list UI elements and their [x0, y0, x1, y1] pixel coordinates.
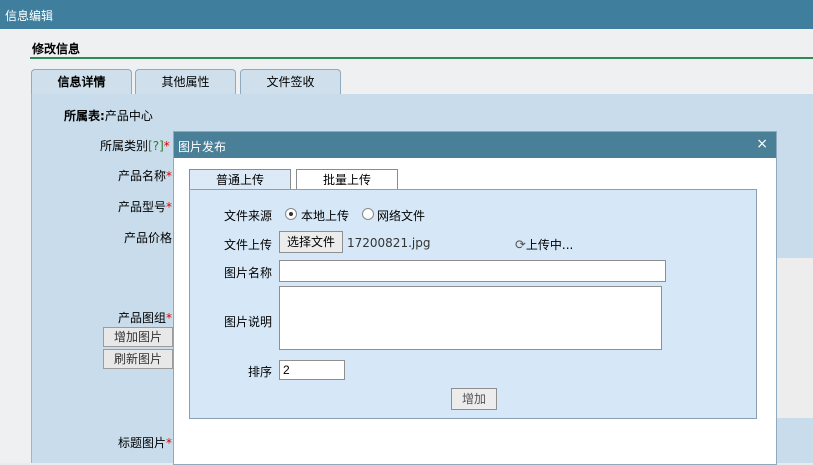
section-title: 修改信息	[32, 42, 81, 56]
upload-status-text: 上传中...	[525, 238, 574, 252]
sort-input[interactable]	[279, 360, 345, 380]
tab-batch-upload[interactable]: 批量上传	[296, 169, 398, 191]
image-desc-textarea[interactable]	[279, 286, 662, 350]
tab-file-signoff[interactable]: 文件签收	[240, 69, 341, 95]
refresh-image-button[interactable]: 刷新图片	[103, 349, 173, 369]
tab-info-detail[interactable]: 信息详情	[31, 69, 132, 95]
radio-network-file[interactable]	[362, 208, 374, 220]
name-label-row: 产品名称*	[118, 167, 172, 184]
title-image-label-row: 标题图片*	[118, 434, 172, 451]
refresh-spinner-icon: ⟳	[515, 238, 526, 253]
radio-network-file-label[interactable]: 网络文件	[377, 207, 425, 224]
close-icon[interactable]: ×	[756, 136, 768, 152]
category-label: 所属类别	[100, 139, 149, 153]
table-value: 产品中心	[104, 109, 153, 123]
add-image-button[interactable]: 增加图片	[103, 327, 173, 347]
product-gallery-label: 产品图组	[118, 311, 167, 325]
upload-status: ⟳上传中...	[515, 236, 573, 253]
product-model-label: 产品型号	[118, 200, 167, 214]
category-label-row: 所属类别[?]*	[100, 137, 170, 154]
add-button[interactable]: 增加	[451, 388, 497, 410]
chosen-file-name: 17200821.jpg	[347, 236, 431, 250]
required-mark: *	[163, 139, 170, 153]
product-name-label: 产品名称	[118, 169, 167, 183]
image-name-label: 图片名称	[224, 266, 273, 280]
upload-label: 文件上传	[224, 238, 273, 252]
model-label-row: 产品型号*	[118, 198, 172, 215]
image-name-input[interactable]	[279, 260, 666, 282]
sort-label: 排序	[248, 365, 273, 379]
image-desc-label: 图片说明	[224, 315, 273, 329]
required-mark: *	[166, 436, 173, 450]
radio-local-upload[interactable]	[285, 208, 297, 220]
content-right-strip	[773, 258, 813, 418]
source-label: 文件来源	[224, 209, 273, 223]
image-publish-dialog: 图片发布 × 普通上传 批量上传 文件来源 本地上传 网络文件 文件上传 选择文…	[173, 131, 777, 465]
required-mark: *	[166, 200, 173, 214]
tab-other-attributes[interactable]: 其他属性	[135, 69, 236, 95]
category-help-link[interactable]: [?]	[148, 139, 164, 153]
choose-file-button[interactable]: 选择文件	[279, 231, 343, 253]
window-title: 信息编辑	[5, 9, 54, 23]
dialog-title: 图片发布	[178, 140, 227, 154]
dialog-header: 图片发布 ×	[174, 132, 776, 158]
product-price-label: 产品价格	[124, 231, 173, 245]
title-image-label: 标题图片	[118, 436, 167, 450]
required-mark: *	[166, 311, 173, 325]
table-label-row: 所属表:产品中心	[64, 107, 153, 124]
required-mark: *	[166, 169, 173, 183]
radio-local-upload-label[interactable]: 本地上传	[301, 207, 349, 224]
section-divider	[30, 57, 813, 59]
upload-panel: 文件来源 本地上传 网络文件 文件上传 选择文件 17200821.jpg ⟳上…	[189, 189, 757, 419]
gallery-label-row: 产品图组*	[118, 309, 172, 326]
table-label: 所属表:	[64, 109, 105, 123]
window-titlebar: 信息编辑	[0, 0, 813, 29]
